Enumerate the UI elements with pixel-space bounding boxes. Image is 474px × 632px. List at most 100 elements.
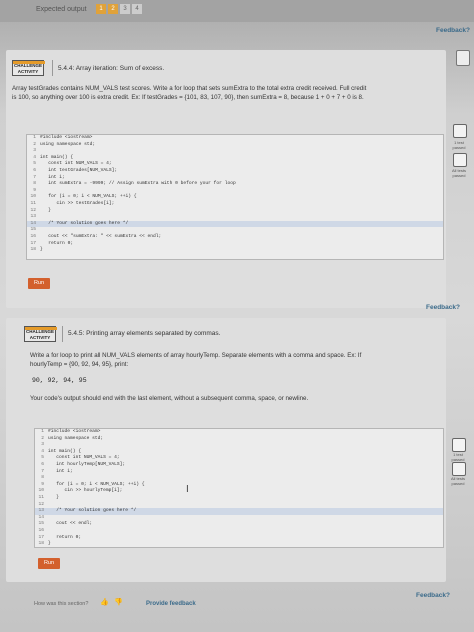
code-editor-1[interactable]: 1 #include <iostream> 2 using namespace std… xyxy=(26,134,444,260)
code-line[interactable]: 13 xyxy=(27,214,443,221)
code-line[interactable]: 8 int sumExtra = -9999; // Assign sumExt… xyxy=(27,181,443,188)
code-line[interactable]: 12 } xyxy=(27,208,443,215)
code-line[interactable]: 18} xyxy=(35,541,443,548)
line-number: 4 xyxy=(33,154,36,160)
test-result-box-2 xyxy=(453,153,467,167)
code-line[interactable]: 11 } xyxy=(35,495,443,502)
code-line[interactable]: 10 for (i = 0; i < NUM_VALS; ++i) { xyxy=(27,194,443,201)
line-number: 7 xyxy=(33,174,36,180)
code-line[interactable]: 13 /* Your solution goes here */ xyxy=(35,508,443,515)
test-result-box-4 xyxy=(452,462,466,476)
square-4[interactable]: 4 xyxy=(132,4,142,14)
code-editor-2[interactable]: 1 #include <iostream> 2 using namespace std… xyxy=(34,428,444,548)
code-text: using namespace std; xyxy=(48,435,104,441)
code-line[interactable]: 7 int i; xyxy=(35,469,443,476)
code-line[interactable]: 15 xyxy=(27,227,443,234)
code-lines-2: 1 #include <iostream> 2 using namespace std… xyxy=(35,429,443,548)
feedback-link-1[interactable]: Feedback? xyxy=(426,304,460,311)
thumbs-up-icon[interactable]: 👍 xyxy=(100,598,109,606)
feedback-link-top[interactable]: Feedback? xyxy=(436,27,470,34)
code-text: return 0; xyxy=(48,534,82,540)
code-line[interactable]: 18} xyxy=(27,247,443,254)
line-number: 13 xyxy=(30,214,36,220)
code-text: cin >> testGrades[i]; xyxy=(40,200,115,206)
code-line[interactable]: 17 return 0; xyxy=(27,241,443,248)
code-line[interactable]: 17 return 0; xyxy=(35,535,443,542)
line-number: 17 xyxy=(38,534,44,540)
activity-title-2: 5.4.5: Printing array elements separated… xyxy=(68,330,221,337)
code-line[interactable]: 1 #include <iostream> xyxy=(27,135,443,142)
code-text: for (i = 0; i < NUM_VALS; ++i) { xyxy=(48,481,145,487)
code-line[interactable]: 2 using namespace std; xyxy=(27,142,443,149)
badge-line-2: ACTIVITY xyxy=(29,335,51,340)
line-number: 13 xyxy=(38,508,44,514)
code-line[interactable]: 6 int testGrades[NUM_VALS]; xyxy=(27,168,443,175)
run-button-1[interactable]: Run xyxy=(28,278,50,289)
code-line[interactable]: 10 cin >> hourlyTemp[i]; xyxy=(35,488,443,495)
line-number: 14 xyxy=(38,514,44,520)
progress-box-top xyxy=(456,50,470,66)
expected-output-label: Expected output xyxy=(36,6,87,13)
code-line[interactable]: 8 xyxy=(35,475,443,482)
section-rating-question: How was this section? xyxy=(34,601,89,607)
code-line[interactable]: 5 const int NUM_VALS = 4; xyxy=(35,455,443,462)
code-text: int testGrades[NUM_VALS]; xyxy=(40,167,118,173)
code-line[interactable]: 14 /* Your solution goes here */ xyxy=(27,220,443,228)
line-number: 5 xyxy=(33,161,36,167)
code-line[interactable]: 14 xyxy=(35,515,443,522)
activity-description-1: Array testGrades contains NUM_VALS test … xyxy=(12,84,452,102)
code-text: int hourlyTemp[NUM_VALS]; xyxy=(48,461,126,467)
code-line[interactable]: 6 int hourlyTemp[NUM_VALS]; xyxy=(35,462,443,469)
line-number: 11 xyxy=(30,200,36,206)
line-number: 18 xyxy=(30,247,36,253)
code-text: cin >> hourlyTemp[i]; xyxy=(48,488,123,494)
line-number: 9 xyxy=(33,187,36,193)
code-line[interactable]: 11 cin >> testGrades[i]; xyxy=(27,201,443,208)
square-3[interactable]: 3 xyxy=(120,4,130,14)
code-text: for (i = 0; i < NUM_VALS; ++i) { xyxy=(40,194,137,200)
test-result-label-3: 1 test passed xyxy=(451,452,465,462)
code-line[interactable]: 2 using namespace std; xyxy=(35,436,443,443)
code-line[interactable]: 15 cout << endl; xyxy=(35,521,443,528)
line-number: 3 xyxy=(41,442,44,448)
code-text: return 0; xyxy=(40,240,74,246)
description-line-2: hourlyTemp = {90, 92, 94, 95}, print: xyxy=(30,361,129,368)
line-number: 6 xyxy=(41,461,44,467)
line-number: 10 xyxy=(38,488,44,494)
sample-output: 90, 92, 94, 95 xyxy=(32,377,87,384)
title-separator xyxy=(62,326,63,342)
line-number: 18 xyxy=(38,541,44,547)
line-number: 8 xyxy=(33,181,36,187)
code-line[interactable]: 3 xyxy=(35,442,443,449)
code-line[interactable]: 16 cout << "sumExtra: " << sumExtra << e… xyxy=(27,234,443,241)
code-line[interactable]: 1 #include <iostream> xyxy=(35,429,443,436)
test-result-label-1: 1 test passed xyxy=(452,140,466,150)
activity-title-1: 5.4.4: Array iteration: Sum of excess. xyxy=(58,65,165,72)
code-line[interactable]: 16 xyxy=(35,528,443,535)
code-text: /* Your solution goes here */ xyxy=(40,220,129,226)
code-text: } xyxy=(40,247,43,253)
line-number: 6 xyxy=(33,167,36,173)
square-1[interactable]: 1 xyxy=(96,4,106,14)
code-line[interactable]: 5 const int NUM_VALS = 4; xyxy=(27,161,443,168)
run-button-2[interactable]: Run xyxy=(38,558,60,569)
code-line[interactable]: 3 xyxy=(27,148,443,155)
provide-feedback-link[interactable]: Provide feedback xyxy=(146,601,196,607)
line-number: 4 xyxy=(41,448,44,454)
line-number: 10 xyxy=(30,194,36,200)
code-text: } xyxy=(48,541,51,547)
feedback-link-2[interactable]: Feedback? xyxy=(416,592,450,599)
line-number: 12 xyxy=(30,207,36,213)
line-number: 12 xyxy=(38,501,44,507)
line-number: 15 xyxy=(38,521,44,527)
thumbs-down-icon[interactable]: 👎 xyxy=(114,598,123,606)
square-2[interactable]: 2 xyxy=(108,4,118,14)
line-number: 5 xyxy=(41,455,44,461)
line-number: 15 xyxy=(30,227,36,233)
badge-line-2: ACTIVITY xyxy=(17,69,39,74)
test-result-label-2: All tests passed xyxy=(451,168,466,178)
code-text: #include <iostream> xyxy=(48,429,101,434)
page-background: Expected output 1 2 3 4 Feedback? CHALLE… xyxy=(0,0,474,632)
code-text: int i; xyxy=(40,174,65,180)
line-number: 11 xyxy=(38,494,44,500)
